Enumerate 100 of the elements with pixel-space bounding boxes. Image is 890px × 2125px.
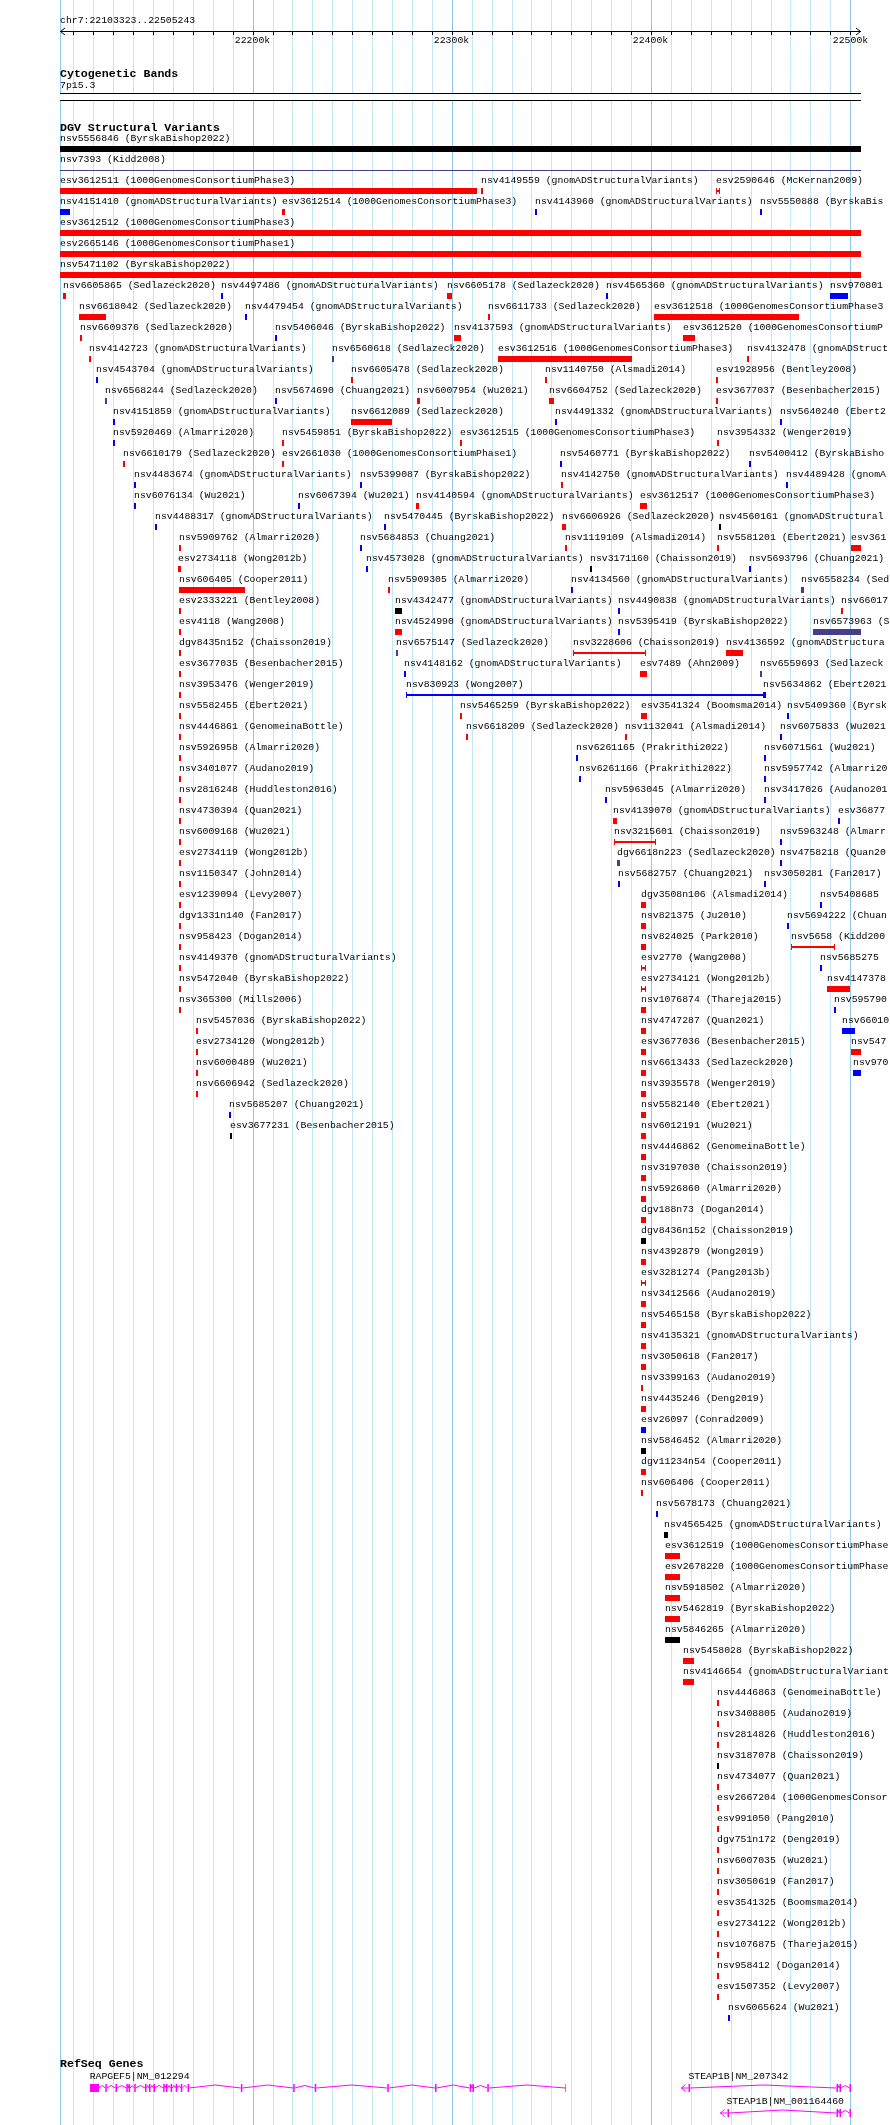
variant-label: nsv1132041 (Alsmadi2014) [625,721,767,733]
variant-label: nsv6568244 (Sedlazeck2020) [105,385,258,397]
variant-label: dgv11234n54 (Cooper2011) [641,1456,783,1468]
variant-label: esv1239094 (Levy2007) [179,889,303,901]
variant-label: esv3612515 (1000GenomesConsortiumPhase3) [460,427,696,439]
variant-label: nsv4151859 (gnomADStructuralVariants) [113,406,331,418]
variant-label: nsv4342477 (gnomADStructuralVariants) [395,595,613,607]
variant-label: esv3677035 (Besenbacher2015) [179,658,344,670]
variant-label: nsv606406 (Cooper2011) [641,1477,771,1489]
variant-label: esv2661030 (1000GenomesConsortiumPhase1) [282,448,518,460]
variant-label: nsv5581201 (Ebert2021) [717,532,847,544]
tick-label: 22400k [632,35,669,47]
variant-label: nsv5920469 (Almarri2020) [113,427,255,439]
variant-label: nsv4435246 (Deng2019) [641,1393,765,1405]
variant-label: nsv6610179 (Sedlazeck2020) [123,448,276,460]
variant-label: nsv3954332 (Wenger2019) [717,427,853,439]
variant-label: nsv1140750 (Alsmadi2014) [545,364,687,376]
variant-label: nsv5550888 (ByrskaBis [760,196,884,208]
variant-label: nsv3417026 (Audano201 [764,784,888,796]
variant-label: nsv6611733 (Sedlazeck2020) [488,301,641,313]
variant-label: nsv6606942 (Sedlazeck2020) [196,1078,349,1090]
variant-label: nsv5582455 (Ebert2021) [179,700,309,712]
variant-label: nsv4446863 (GenomeinaBottle) [717,1687,882,1699]
variant-label: nsv6007954 (Wu2021) [417,385,529,397]
variant-label: nsv6605865 (Sedlazeck2020) [63,280,216,292]
variant-label: esv2665146 (1000GenomesConsortiumPhase1) [60,238,296,250]
variant-label: nsv5963248 (Almarr [780,826,886,838]
variant-label: nsv4758218 (Quan20 [780,847,886,859]
variant-label: esv3541324 (Boomsma2014) [641,700,783,712]
variant-label: nsv6559693 (Sedlazeck [760,658,884,670]
variant-label: dgv8436n152 (Chaisson2019) [641,1225,794,1237]
variant-label: esv2734121 (Wong2012b) [641,973,771,985]
variant-label: nsv3953476 (Wenger2019) [179,679,315,691]
variant-label: nsv7393 (Kidd2008) [60,154,166,166]
variant-label: nsv1076874 (Thareja2015) [641,994,783,1006]
variant-label: nsv4490838 (gnomADStructuralVariants) [618,595,836,607]
variant-label: esv36877 [838,805,886,817]
variant-label: esv3612520 (1000GenomesConsortiumP [683,322,883,334]
variant-label: nsv3187078 (Chaisson2019) [717,1750,864,1762]
variant-label: esv1928956 (Bentley2008) [716,364,858,376]
track-title: Cytogenetic Bands [60,68,179,80]
variant-label: nsv5634862 (Ebert2021 [763,679,887,691]
variant-label: esv2333221 (Bentley2008) [179,595,321,607]
variant-label: nsv4146654 (gnomADStructuralVariant [683,1666,889,1678]
variant-label: nsv6575147 (Sedlazeck2020) [396,637,549,649]
variant-label: nsv5674690 (Chuang2021) [275,385,411,397]
variant-label: nsv5684853 (Chuang2021) [360,532,496,544]
variant-label: nsv6612089 (Sedlazeck2020) [351,406,504,418]
variant-label: dgv751n172 (Deng2019) [717,1834,841,1846]
variant-label: esv2678220 (1000GenomesConsortiumPhase [665,1561,889,1573]
variant-label: nsv2816248 (Huddleston2016) [179,784,338,796]
variant-label: nsv3050619 (Fan2017) [717,1876,835,1888]
variant-label: nsv821375 (Ju2010) [641,910,747,922]
variant-label: nsv3399163 (Audano2019) [641,1372,777,1384]
variant-label: nsv3401077 (Audano2019) [179,763,315,775]
variant-label: dgv1331n140 (Fan2017) [179,910,303,922]
variant-label: esv2734118 (Wong2012b) [178,553,308,565]
variant-label: nsv4479454 (gnomADStructuralVariants) [245,301,463,313]
variant-label: nsv1076875 (Thareja2015) [717,1939,859,1951]
variant-label: nsv4497486 (gnomADStructuralVariants) [221,280,439,292]
variant-label: nsv4573028 (gnomADStructuralVariants) [366,553,584,565]
variant-label: nsv3935578 (Wenger2019) [641,1078,777,1090]
gene-label: STEAP1B|NM_207342 [688,2071,789,2083]
variant-label: nsv1150347 (John2014) [179,868,303,880]
variant-label: nsv1119109 (Alsmadi2014) [565,532,707,544]
variant-label: nsv5685207 (Chuang2021) [229,1099,365,1111]
variant-label: nsv365300 (Mills2006) [179,994,303,1006]
variant-label: nsv6573963 (S [813,616,890,628]
variant-label: nsv5472040 (ByrskaBishop2022) [179,973,350,985]
variant-label: nsv970801 [830,280,883,292]
variant-label: esv4118 (Wang2008) [179,616,285,628]
variant-label: nsv3050281 (Fan2017) [764,868,882,880]
variant-label: nsv4565425 (gnomADStructuralVariants) [664,1519,882,1531]
variant-label: nsv547 [851,1036,887,1048]
variant-label: nsv5395419 (ByrskaBishop2022) [618,616,789,628]
variant-label: nsv4734077 (Quan2021) [717,1771,841,1783]
variant-label: nsv5846452 (Almarri2020) [641,1435,783,1447]
variant-label: nsv6075833 (Wu2021 [780,721,886,733]
variant-label: esv2734120 (Wong2012b) [196,1036,326,1048]
variant-label: nsv5458028 (ByrskaBishop2022) [683,1645,854,1657]
variant-label: nsv3408805 (Audano2019) [717,1708,853,1720]
variant-label: esv3612516 (1000GenomesConsortiumPhase3) [498,343,734,355]
variant-label: nsv6618042 (Sedlazeck2020) [79,301,232,313]
variant-label: nsv4489428 (gnomA [786,469,886,481]
variant-label: nsv5582140 (Ebert2021) [641,1099,771,1111]
variant-label: nsv4491332 (gnomADStructuralVariants) [555,406,773,418]
variant-label: nsv6071561 (Wu2021) [764,742,876,754]
variant-label: nsv4137593 (gnomADStructuralVariants) [454,322,672,334]
variant-label: nsv6618209 (Sedlazeck2020) [466,721,619,733]
variant-label: esv3677231 (Besenbacher2015) [230,1120,395,1132]
variant-label: nsv5459851 (ByrskaBishop2022) [282,427,453,439]
variant-label: nsv5694222 (Chuan [787,910,887,922]
variant-label: nsv4446861 (GenomeinaBottle) [179,721,344,733]
variant-label: nsv6605478 (Sedlazeck2020) [351,364,504,376]
track-title: RefSeq Genes [60,2058,144,2070]
variant-label: esv7489 (Ahn2009) [640,658,740,670]
variant-label: nsv4446862 (GenomeinaBottle) [641,1141,806,1153]
variant-label: esv991050 (Pang2010) [717,1813,835,1825]
variant-label: nsv6558234 (Sed [801,574,890,586]
variant-label: nsv6606926 (Sedlazeck2020) [562,511,715,523]
